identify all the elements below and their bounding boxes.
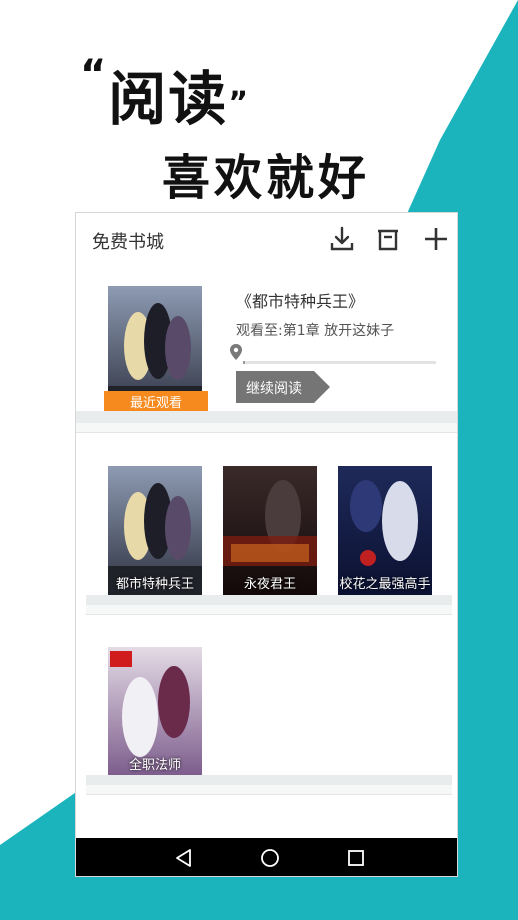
headline-text: 阅读 bbox=[108, 65, 229, 133]
book-cover[interactable]: 校花之最强高手 bbox=[338, 466, 432, 598]
book-title: 校花之最强高手 bbox=[339, 577, 431, 592]
current-book-title[interactable]: 《都市特种兵王》 bbox=[236, 288, 364, 312]
app-bar: 免费书城 bbox=[76, 213, 457, 265]
progress-bar bbox=[243, 361, 436, 364]
shelf-3-front bbox=[86, 785, 452, 795]
shelf-1-top bbox=[76, 411, 457, 423]
phone-screen: 免费书城 最近观看 《都市特种兵王》 观看至:第1章 放开这妹子 继续阅读 都市… bbox=[75, 212, 458, 877]
app-title: 免费书城 bbox=[92, 232, 164, 253]
location-pin-icon bbox=[230, 344, 242, 360]
continue-reading-button[interactable]: 继续阅读 bbox=[236, 371, 330, 403]
recents-icon[interactable] bbox=[344, 846, 368, 870]
shelf-2-front bbox=[86, 605, 452, 615]
book-cover[interactable]: 全职法师 bbox=[108, 647, 202, 779]
progress-fill bbox=[243, 361, 245, 364]
system-nav-bar bbox=[76, 838, 457, 876]
promo-subline: 喜欢就好 bbox=[162, 150, 371, 206]
book-title: 永夜君王 bbox=[243, 577, 296, 592]
home-icon[interactable] bbox=[258, 846, 282, 870]
book-title: 都市特种兵王 bbox=[115, 577, 194, 592]
shelf-3-top bbox=[86, 775, 452, 785]
continue-reading-label: 继续阅读 bbox=[246, 381, 302, 397]
book-cover[interactable]: 永夜君王 bbox=[223, 466, 317, 598]
book-cover[interactable]: 都市特种兵王 bbox=[108, 466, 202, 598]
reading-progress-text: 观看至:第1章 放开这妹子 bbox=[236, 323, 395, 339]
download-icon[interactable] bbox=[326, 223, 358, 255]
shelf-2-top bbox=[86, 595, 452, 605]
quote-close: ” bbox=[228, 85, 251, 121]
add-icon[interactable] bbox=[420, 223, 452, 255]
back-icon[interactable] bbox=[172, 846, 196, 870]
archive-icon[interactable] bbox=[372, 223, 404, 255]
shelf-1-front bbox=[76, 423, 457, 433]
book-title: 全职法师 bbox=[128, 758, 181, 773]
quote-open: “ bbox=[80, 52, 109, 98]
promo-headline: “阅读” bbox=[80, 52, 250, 136]
